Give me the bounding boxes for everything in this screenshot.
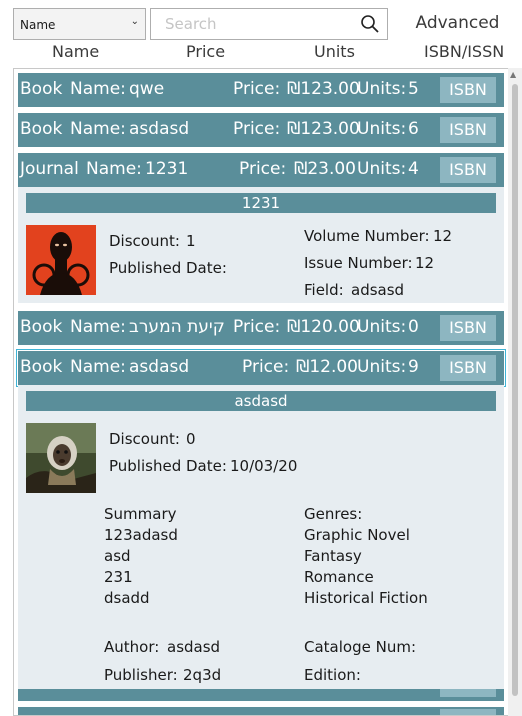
search-input[interactable] [151, 9, 346, 39]
summary-line: 123adasd [104, 526, 178, 544]
column-header-price[interactable]: Price [186, 42, 225, 64]
item-units: 0 [408, 317, 419, 337]
book-detail-panel: asdasd Discount: 0 Published Date: 10/03… [18, 385, 504, 689]
volume-number-label: Volume Number: [304, 227, 430, 245]
published-date-value: 10/03/20 [230, 457, 298, 475]
sort-by-value: Name [20, 18, 56, 32]
summary-line: 231 [104, 568, 133, 586]
name-label: Name: [86, 159, 142, 179]
journal-detail-panel: 1231 Discount: 1 Published Date: Volume … [18, 187, 504, 303]
discount-value: 0 [186, 430, 196, 448]
discount-label: Discount: [109, 430, 180, 448]
cataloge-num-label: Cataloge Num: [304, 638, 416, 656]
sort-by-select[interactable]: Name ⌄ [13, 8, 146, 40]
field-label: Field: [304, 281, 344, 299]
item-type: Book [20, 357, 63, 377]
name-label: Name: [70, 357, 126, 377]
summary-line: dsadd [104, 589, 150, 607]
search-box[interactable] [150, 8, 388, 40]
item-type: Book [20, 317, 63, 337]
column-header-isbn[interactable]: ISBN/ISSN [424, 42, 504, 64]
isbn-button[interactable] [440, 709, 496, 715]
summary-line: asd [104, 547, 131, 565]
price-label: Price: [233, 317, 281, 337]
detail-title: 1231 [26, 193, 496, 213]
name-label: Name: [70, 317, 126, 337]
vertical-scrollbar[interactable]: ▲ [508, 68, 522, 716]
scroll-up-arrow-icon[interactable]: ▲ [510, 70, 516, 79]
isbn-button[interactable]: ISBN [440, 315, 496, 341]
price-label: Price: [233, 119, 281, 139]
item-price: ₪12.00 [296, 357, 358, 377]
units-label: Units: [357, 159, 407, 179]
scrollbar-thumb[interactable] [512, 84, 518, 696]
genre-item: Fantasy [304, 547, 362, 565]
item-price: ₪123.00 [287, 79, 360, 99]
item-name: asdasd [129, 119, 190, 139]
field-value: adsasd [351, 281, 405, 299]
units-label: Units: [357, 317, 407, 337]
issn-button[interactable]: ISBN [440, 157, 496, 183]
isbn-button[interactable]: ISBN [440, 355, 496, 381]
list-item-partial[interactable] [18, 707, 504, 715]
items-list[interactable]: Book Name: qwe Price: ₪123.00 Units: 5 I… [13, 68, 510, 716]
genre-item: Graphic Novel [304, 526, 410, 544]
item-price: ₪123.00 [287, 119, 360, 139]
published-date-label: Published Date: [109, 259, 227, 277]
genre-item: Historical Fiction [304, 589, 428, 607]
list-item-partial[interactable] [18, 689, 504, 701]
item-name: קיעת המערב [129, 317, 225, 337]
column-header-name[interactable]: Name [52, 42, 99, 64]
list-item-selected[interactable]: Book Name: asdasd Price: ₪12.00 Units: 9… [16, 349, 506, 387]
summary-label: Summary [104, 505, 177, 523]
search-icon[interactable] [359, 13, 381, 35]
author-value: asdasd [167, 638, 221, 656]
units-label: Units: [357, 357, 407, 377]
units-label: Units: [357, 79, 407, 99]
list-item[interactable]: Book Name: qwe Price: ₪123.00 Units: 5 I… [18, 73, 504, 107]
item-name: asdasd [129, 357, 190, 377]
publisher-value: 2q3d [183, 666, 222, 684]
item-units: 9 [408, 357, 419, 377]
item-type: Journal [20, 159, 79, 179]
list-item[interactable]: Journal Name: 1231 Price: ₪23.00 Units: … [18, 153, 504, 187]
item-units: 5 [408, 79, 419, 99]
item-name: qwe [129, 79, 165, 99]
price-label: Price: [239, 159, 287, 179]
item-price: ₪120.00 [287, 317, 360, 337]
price-label: Price: [242, 357, 290, 377]
edition-label: Edition: [304, 666, 361, 684]
price-label: Price: [233, 79, 281, 99]
journal-cover-image [26, 225, 96, 295]
genre-item: Romance [304, 568, 374, 586]
isbn-button[interactable]: ISBN [440, 77, 496, 103]
item-units: 4 [408, 159, 419, 179]
item-type: Book [20, 79, 63, 99]
issue-number-label: Issue Number: [304, 254, 413, 272]
list-item[interactable]: Book Name: asdasd Price: ₪123.00 Units: … [18, 113, 504, 147]
name-label: Name: [70, 119, 126, 139]
volume-number-value: 12 [433, 227, 453, 245]
book-cover-image [26, 423, 96, 493]
genres-label: Genres: [304, 505, 363, 523]
isbn-button[interactable] [440, 689, 496, 697]
issue-number-value: 12 [415, 254, 435, 272]
chevron-down-icon: ⌄ [130, 16, 139, 27]
publisher-label: Publisher: [104, 666, 178, 684]
isbn-button[interactable]: ISBN [440, 117, 496, 143]
item-type: Book [20, 119, 63, 139]
item-price: ₪23.00 [294, 159, 356, 179]
discount-label: Discount: [109, 232, 180, 250]
discount-value: 1 [186, 232, 196, 250]
author-label: Author: [104, 638, 160, 656]
item-units: 6 [408, 119, 419, 139]
name-label: Name: [70, 79, 126, 99]
list-item[interactable]: Book Name: קיעת המערב Price: ₪120.00 Uni… [18, 311, 504, 345]
published-date-label: Published Date: [109, 457, 227, 475]
column-header-units[interactable]: Units [314, 42, 355, 64]
advanced-search-button[interactable]: Advanced [400, 10, 515, 38]
detail-title: asdasd [26, 391, 496, 411]
units-label: Units: [357, 119, 407, 139]
item-name: 1231 [145, 159, 189, 179]
